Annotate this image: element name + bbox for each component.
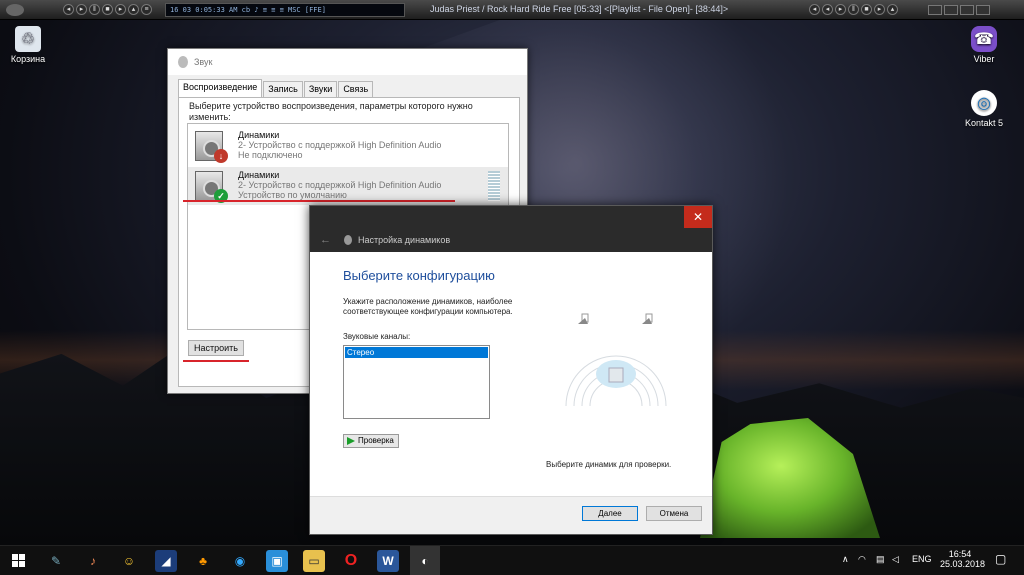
channels-listbox[interactable]: Стерео <box>343 345 490 419</box>
play-icon <box>347 437 355 445</box>
close-player-icon[interactable] <box>976 5 990 15</box>
desktop-icon-label: Корзина <box>10 54 46 64</box>
eq-icon[interactable]: ≡ <box>141 4 152 15</box>
playback-instruction: Выберите устройство воспроизведения, пар… <box>189 101 473 122</box>
volume-meter <box>488 171 500 201</box>
tab-communications[interactable]: Связь <box>338 81 374 97</box>
channels-label: Звуковые каналы: <box>343 332 411 341</box>
test-button-label: Проверка <box>358 436 394 445</box>
network-icon[interactable]: ▤ <box>876 554 885 565</box>
fl-studio-icon[interactable]: ♣ <box>192 550 214 572</box>
opera-icon[interactable]: O <box>340 550 362 572</box>
taskbar: ✎ ♪ ☺ ◢ ♣ ◉ ▣ ▭ O W ◐ ∧ ◠ ▤ ◁ ENG 16:54 … <box>0 545 1024 575</box>
pl-toggle-icon[interactable] <box>944 5 958 15</box>
device-name: Динамики <box>238 170 280 180</box>
player-logo-icon[interactable] <box>6 4 24 16</box>
next-right-icon[interactable]: ▸ <box>874 4 885 15</box>
file-explorer-icon[interactable]: ▭ <box>303 550 325 572</box>
media-app-icon[interactable]: ◢ <box>155 550 177 572</box>
sound-taskbar-icon[interactable]: ◐ <box>410 546 440 575</box>
open-icon[interactable]: ▴ <box>128 4 139 15</box>
desktop-icon-viber[interactable]: ☎ Viber <box>954 26 1014 64</box>
config-heading: Выберите конфигурацию <box>343 268 495 283</box>
pause-right-icon[interactable]: ‖ <box>848 4 859 15</box>
annotation-underline-configure <box>183 360 249 362</box>
tab-recording[interactable]: Запись <box>263 81 303 97</box>
stop-icon[interactable]: ■ <box>102 4 113 15</box>
remote-app-icon[interactable]: ▣ <box>266 550 288 572</box>
kontakt-icon: ◎ <box>971 90 997 116</box>
speaker-setup-header[interactable]: ✕ ← Настройка динамиков <box>310 206 712 252</box>
stop-right-icon[interactable]: ■ <box>861 4 872 15</box>
guitar-app-icon[interactable]: ♪ <box>82 550 104 572</box>
viber-icon: ☎ <box>971 26 997 52</box>
speaker-small-icon <box>344 235 352 245</box>
eq-toggle-icon[interactable] <box>928 5 942 15</box>
notifications-icon[interactable]: ▢ <box>995 552 1006 566</box>
desktop-icon-recycle-bin[interactable]: ♲ Корзина <box>0 26 58 64</box>
emoji-app-icon[interactable]: ☺ <box>118 550 140 572</box>
player-window-buttons <box>928 5 1018 15</box>
device-desc: 2- Устройство с поддержкой High Definiti… <box>238 140 442 150</box>
wifi-icon[interactable]: ◠ <box>858 554 866 565</box>
test-hint: Выберите динамик для проверки. <box>546 460 672 469</box>
play-right-icon[interactable]: ▸ <box>835 4 846 15</box>
configure-button[interactable]: Настроить <box>188 340 244 356</box>
speaker-setup-title: Настройка динамиков <box>358 235 451 245</box>
now-playing-text: Judas Priest / Rock Hard Ride Free [05:3… <box>430 4 729 14</box>
desktop-icon-label: Kontakt 5 <box>964 118 1004 128</box>
speaker-diagram <box>565 313 667 407</box>
sound-window-titlebar[interactable]: Звук <box>168 49 527 75</box>
annotation-underline-device <box>183 200 455 202</box>
volume-icon[interactable]: ◁ <box>892 554 899 565</box>
speaker-icon <box>178 56 188 68</box>
clock[interactable]: 16:54 25.03.2018 <box>940 549 986 569</box>
cancel-button[interactable]: Отмена <box>646 506 702 521</box>
player-controls-left: ◂ ▸ ‖ ■ ▸ ▴ ≡ <box>62 0 153 19</box>
listener-icon <box>608 367 624 383</box>
paint-icon[interactable]: ✎ <box>45 550 67 572</box>
device-name: Динамики <box>238 130 280 140</box>
pause-icon[interactable]: ‖ <box>89 4 100 15</box>
next-button[interactable]: Далее <box>582 506 638 521</box>
previous-icon[interactable]: ◂ <box>63 4 74 15</box>
tab-playback[interactable]: Воспроизведение <box>178 79 263 97</box>
minimize-icon[interactable] <box>960 5 974 15</box>
word-icon[interactable]: W <box>377 550 399 572</box>
player-controls-right: ◂ ◂ ▸ ‖ ■ ▸ ▴ <box>808 0 899 19</box>
clock-time: 16:54 <box>948 549 972 559</box>
left-speaker-icon[interactable] <box>578 313 589 324</box>
tray-chevron-icon[interactable]: ∧ <box>842 554 849 565</box>
device-status: Не подключено <box>238 150 303 160</box>
sound-window-title: Звук <box>194 57 213 67</box>
channel-option-stereo[interactable]: Стерео <box>345 347 488 358</box>
speaker-setup-dialog: ✕ ← Настройка динамиков Выберите конфигу… <box>309 205 713 535</box>
close-icon[interactable]: ✕ <box>684 206 712 228</box>
config-description: Укажите расположение динамиков, наиболее… <box>343 297 513 316</box>
sound-tabs: Воспроизведение Запись Звуки Связь <box>178 79 374 97</box>
language-indicator[interactable]: ENG <box>912 554 932 564</box>
prev-track-icon[interactable]: ◂ <box>809 4 820 15</box>
rewind-icon[interactable]: ◂ <box>822 4 833 15</box>
tab-sounds[interactable]: Звуки <box>303 81 338 97</box>
play-icon[interactable]: ▸ <box>76 4 87 15</box>
browser-icon[interactable]: ◉ <box>229 550 251 572</box>
media-player-bar: ◂ ▸ ‖ ■ ▸ ▴ ≡ 16 03 0:05:33 AM cb ♪ ≡ ≡ ≡ MSC … <box>0 0 1024 20</box>
recycle-bin-icon: ♲ <box>15 26 41 52</box>
test-button[interactable]: Проверка <box>343 434 399 448</box>
eject-icon[interactable]: ▴ <box>887 4 898 15</box>
start-windows-icon[interactable] <box>8 550 30 572</box>
desktop-icon-label: Viber <box>973 54 995 64</box>
right-speaker-icon[interactable] <box>642 313 653 324</box>
next-icon[interactable]: ▸ <box>115 4 126 15</box>
desktop-icon-kontakt[interactable]: ◎ Kontakt 5 <box>954 90 1014 128</box>
back-arrow-icon[interactable]: ← <box>320 234 331 246</box>
device-item[interactable]: ↓ Динамики 2- Устройство с поддержкой Hi… <box>188 127 508 165</box>
device-desc: 2- Устройство с поддержкой High Definiti… <box>238 180 442 190</box>
disconnected-icon: ↓ <box>214 149 228 163</box>
device-status: Устройство по умолчанию <box>238 190 347 200</box>
player-display: 16 03 0:05:33 AM cb ♪ ≡ ≡ ≡ MSC [FFE] <box>165 3 405 17</box>
clock-date: 25.03.2018 <box>940 559 986 569</box>
